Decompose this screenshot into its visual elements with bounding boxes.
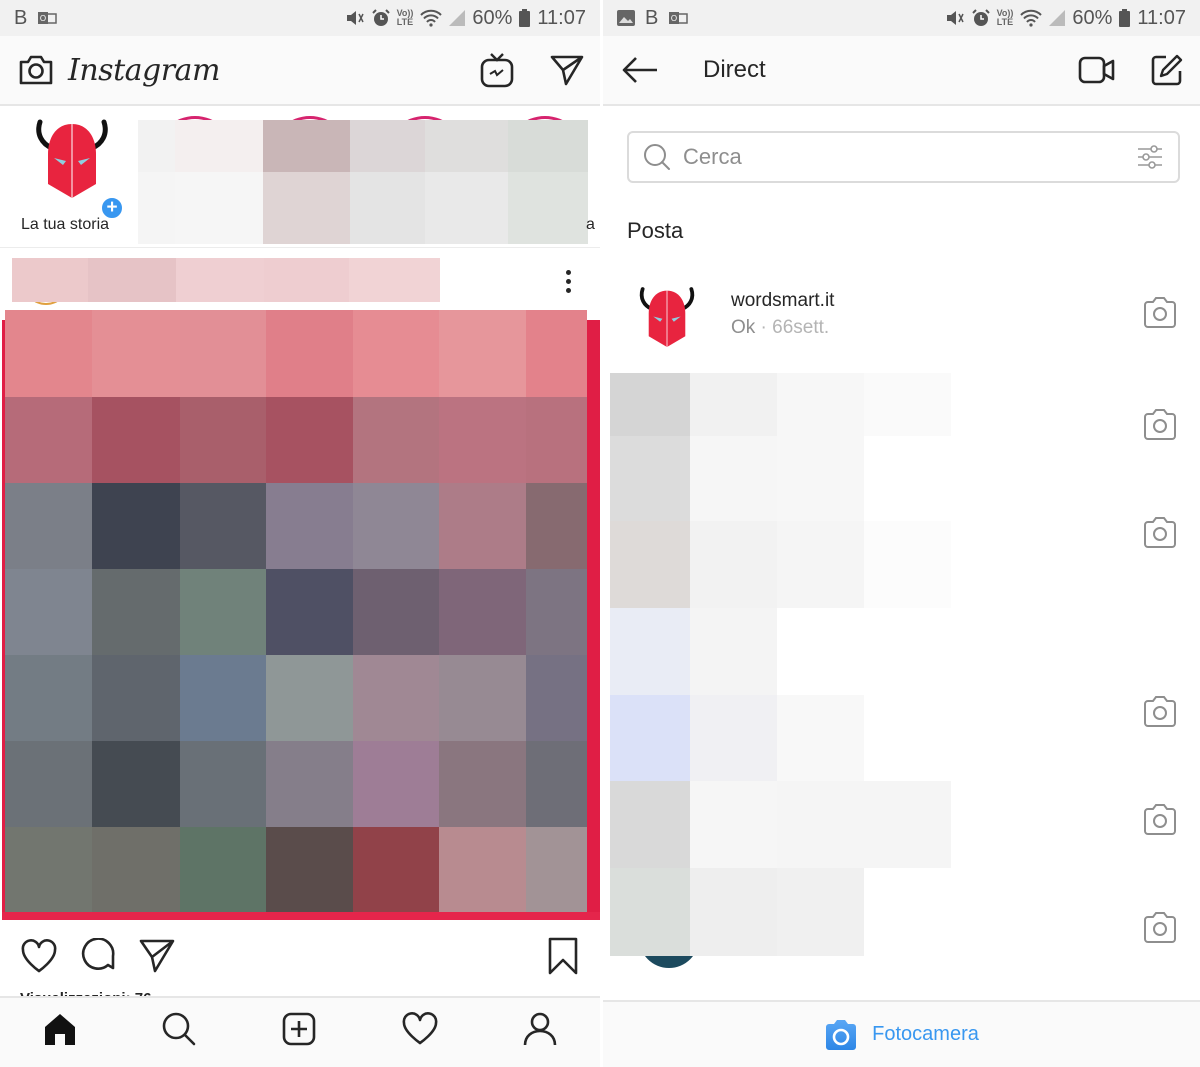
redacted-post-image [5, 310, 587, 912]
clock: 11:07 [537, 6, 586, 29]
thread-time: 66sett. [772, 317, 830, 338]
outlook-icon: O [38, 12, 58, 24]
feed-header: Instagram [0, 36, 600, 106]
home-icon[interactable] [42, 1012, 78, 1046]
search-icon[interactable] [161, 1011, 197, 1047]
mute-icon [946, 11, 964, 25]
post-views-count: Visualizzazioni: 76 [20, 988, 151, 996]
back-button[interactable] [621, 56, 659, 84]
camera-reply-icon[interactable] [1142, 911, 1178, 945]
thread-item[interactable]: wordsmart.it Ok · 66sett. [603, 266, 1200, 374]
separator: · [755, 317, 773, 338]
avatar [36, 119, 108, 198]
post-options-button[interactable] [566, 270, 572, 293]
redacted-post-author [12, 258, 440, 302]
search-icon [644, 144, 670, 170]
camera-icon [826, 1019, 857, 1050]
more-vertical-dot [566, 288, 571, 293]
camera-reply-icon[interactable] [1142, 408, 1178, 442]
profile-icon[interactable] [522, 1011, 558, 1047]
b-notification-icon: B [645, 6, 659, 29]
direct-inbox-screen: B O Vo)) LTE 60% 11:07 Direct Cerca Post… [603, 0, 1200, 1067]
camera-button[interactable]: Fotocamera [603, 1000, 1200, 1067]
wifi-icon [420, 9, 443, 27]
avatar [639, 287, 695, 347]
status-bar: B O Vo)) LTE 60% 11:07 [603, 0, 1200, 36]
bookmark-icon[interactable] [546, 936, 580, 976]
status-bar: B O Vo)) LTE 60% 11:07 [0, 0, 600, 36]
more-vertical-icon [566, 270, 571, 275]
redacted-threads [610, 373, 1130, 956]
thread-preview: Ok · 66sett. [731, 317, 829, 339]
battery-icon [1119, 9, 1131, 27]
b-notification-icon: B [14, 6, 28, 29]
camera-button[interactable] [18, 54, 54, 86]
filter-icon[interactable] [1136, 143, 1164, 171]
camera-reply-icon[interactable] [1142, 803, 1178, 837]
camera-icon [19, 55, 53, 85]
redacted-stories [138, 120, 588, 244]
story-label-clipped: a [586, 216, 595, 233]
thread-name: wordsmart.it [731, 290, 835, 311]
igtv-icon [480, 53, 514, 88]
activity-icon[interactable] [401, 1011, 439, 1046]
own-story-label: La tua storia [20, 216, 110, 233]
camera-reply-icon[interactable] [1142, 695, 1178, 729]
new-message-icon [1151, 54, 1183, 86]
battery-percent: 60% [472, 6, 513, 29]
like-icon[interactable] [20, 938, 58, 974]
gallery-icon [617, 10, 635, 26]
video-call-icon [1078, 56, 1115, 84]
camera-button-label: Fotocamera [872, 1023, 979, 1045]
back-arrow-icon [622, 57, 657, 83]
direct-button[interactable] [550, 54, 584, 86]
volte-icon: Vo)) LTE [396, 8, 414, 27]
direct-icon [550, 55, 584, 86]
section-title-inbox: Posta [627, 218, 684, 243]
add-post-icon[interactable] [281, 1011, 317, 1047]
signal-icon [449, 10, 466, 26]
search-field[interactable] [627, 131, 1180, 183]
camera-reply-icon[interactable] [1142, 516, 1178, 550]
post-header [0, 250, 600, 310]
igtv-button[interactable] [480, 52, 514, 88]
svg-text:O: O [671, 14, 677, 23]
comment-icon[interactable] [80, 938, 118, 974]
alarm-icon [371, 9, 390, 26]
clock: 11:07 [1137, 6, 1186, 29]
stories-tray: + La tua storia [0, 106, 600, 248]
own-story[interactable]: + [14, 118, 124, 220]
new-message-button[interactable] [1150, 53, 1184, 87]
post-image-edge [2, 912, 600, 920]
post-action-bar [0, 930, 600, 986]
wifi-icon [1020, 9, 1043, 27]
svg-text:O: O [40, 14, 46, 23]
outlook-icon: O [669, 12, 689, 24]
direct-header: Direct [603, 36, 1200, 106]
volte-icon: Vo)) LTE [996, 8, 1014, 27]
share-icon[interactable] [138, 938, 176, 974]
signal-icon [1049, 10, 1066, 26]
battery-percent: 60% [1072, 6, 1113, 29]
last-message: Ok [731, 317, 756, 338]
search-input[interactable] [683, 144, 1136, 170]
mute-icon [346, 11, 364, 25]
alarm-icon [971, 9, 990, 26]
page-title: Direct [703, 56, 766, 83]
more-vertical-dot [566, 279, 571, 284]
camera-reply-icon[interactable] [1142, 296, 1178, 330]
video-call-button[interactable] [1078, 55, 1116, 85]
instagram-feed-screen: B O Vo)) LTE 60% 11:07 Instagram + La tu… [0, 0, 600, 1067]
battery-icon [519, 9, 531, 27]
bottom-navigation [0, 996, 600, 1067]
instagram-logo: Instagram [68, 52, 220, 88]
post-image[interactable] [2, 310, 600, 920]
